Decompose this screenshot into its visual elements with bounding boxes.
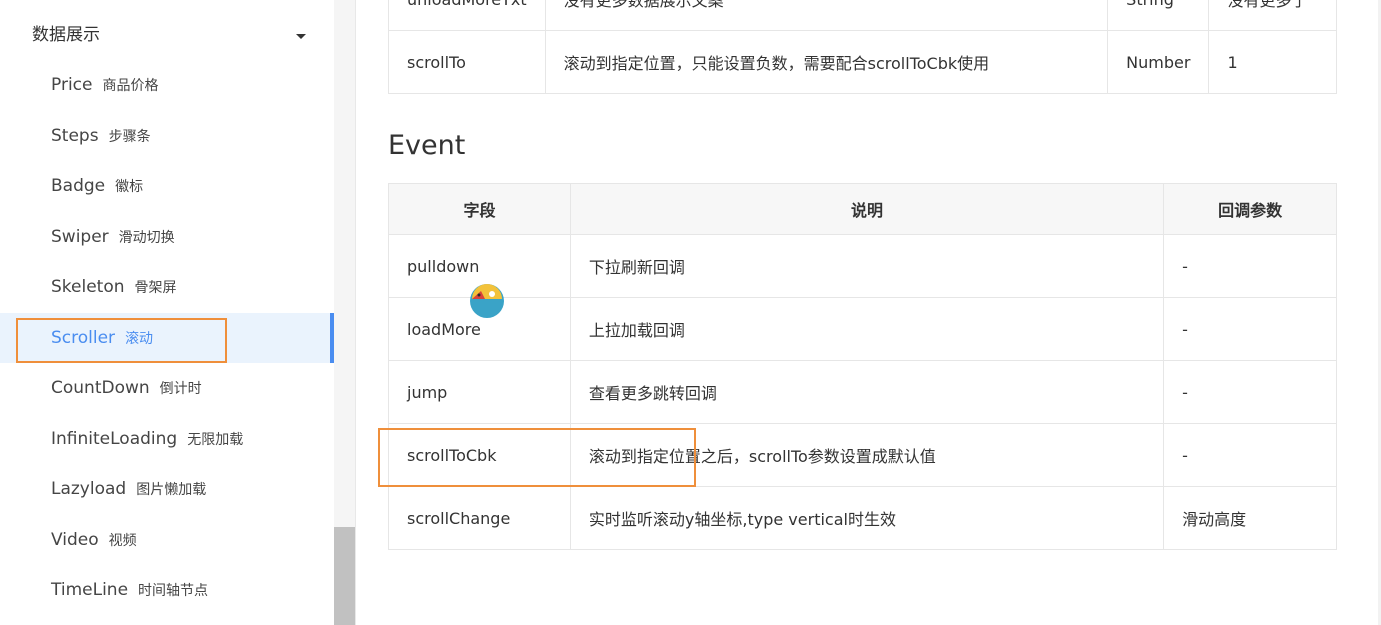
event-table: 字段 说明 回调参数 pulldown 下拉刷新回调 - loadMore 上拉… — [388, 183, 1337, 550]
sidebar-item-infiniteloading[interactable]: InfiniteLoading 无限加载 — [0, 414, 334, 464]
nav-item-label: Price — [51, 75, 93, 95]
nav-item-label: TimeLine — [51, 580, 129, 600]
nav-item-sublabel: 步骤条 — [108, 129, 151, 145]
caret-down-icon — [296, 34, 306, 39]
prop-field: scrollTo — [388, 30, 546, 94]
event-desc: 查看更多跳转回调 — [569, 360, 1165, 424]
prop-default: 没有更多了 — [1208, 0, 1337, 31]
nav-item-sublabel: 无限加载 — [187, 432, 244, 448]
event-param: - — [1163, 234, 1337, 298]
event-param: 滑动高度 — [1163, 486, 1337, 550]
column-header-desc: 说明 — [569, 183, 1165, 235]
sidebar-item-timeline[interactable]: TimeLine 时间轴节点 — [0, 565, 334, 615]
highlight-box-scroller — [16, 318, 227, 363]
sidebar-item-lazyload[interactable]: Lazyload 图片懒加载 — [0, 464, 334, 514]
sidebar-item-swiper[interactable]: Swiper 滑动切换 — [0, 212, 334, 262]
event-field: scrollChange — [388, 486, 571, 550]
prop-field: unloadMoreTxt — [388, 0, 546, 31]
highlight-box-scrolltocbk — [378, 428, 696, 487]
nav-item-label: Video — [51, 530, 99, 550]
nav-item-label: Lazyload — [51, 479, 127, 499]
prop-type: Number — [1107, 30, 1210, 94]
sidebar-item-countdown[interactable]: CountDown 倒计时 — [0, 363, 334, 413]
content-divider — [355, 0, 356, 625]
prop-default: 1 — [1208, 30, 1337, 94]
prop-desc: 滚动到指定位置，只能设置负数，需要配合scrollToCbk使用 — [544, 30, 1109, 94]
nav-item-sublabel: 骨架屏 — [134, 280, 177, 296]
props-table: unloadMoreTxt 没有更多数据展示文案 String 没有更多了 sc… — [388, 0, 1337, 94]
column-header-param: 回调参数 — [1163, 183, 1337, 235]
floating-logo-icon[interactable] — [469, 283, 505, 319]
nav-item-sublabel: 商品价格 — [102, 78, 159, 94]
event-desc: 实时监听滚动y轴坐标,type vertical时生效 — [569, 486, 1165, 550]
nav-item-sublabel: 视频 — [108, 533, 137, 549]
nav-item-label: Swiper — [51, 227, 109, 247]
table-header-row: 字段 说明 回调参数 — [388, 183, 1337, 235]
table-row: unloadMoreTxt 没有更多数据展示文案 String 没有更多了 — [388, 0, 1337, 31]
event-param: - — [1163, 423, 1337, 487]
nav-item-sublabel: 图片懒加载 — [136, 482, 207, 498]
nav-item-label: Badge — [51, 176, 106, 196]
table-row: jump 查看更多跳转回调 - — [388, 360, 1337, 424]
sidebar-nav: 数据展示 Price 商品价格 Steps 步骤条 Badge 徽标 Swiper 滑动… — [0, 0, 334, 625]
prop-desc: 没有更多数据展示文案 — [544, 0, 1109, 31]
nav-group-data-display[interactable]: 数据展示 — [32, 22, 312, 48]
column-header-field: 字段 — [388, 183, 571, 235]
nav-group-title: 数据展示 — [32, 25, 100, 45]
sidebar-item-badge[interactable]: Badge 徽标 — [0, 161, 334, 211]
table-row: scrollChange 实时监听滚动y轴坐标,type vertical时生效… — [388, 486, 1337, 550]
event-field: jump — [388, 360, 571, 424]
event-desc: 下拉刷新回调 — [569, 234, 1165, 298]
sidebar-scrollbar[interactable] — [334, 0, 356, 625]
table-row: scrollTo 滚动到指定位置，只能设置负数，需要配合scrollToCbk使… — [388, 30, 1337, 94]
nav-item-label: CountDown — [51, 378, 150, 398]
nav-item-sublabel: 滑动切换 — [118, 230, 175, 246]
nav-item-label: Steps — [51, 126, 99, 146]
table-row: loadMore 上拉加载回调 - — [388, 297, 1337, 361]
nav-item-sublabel: 时间轴节点 — [138, 583, 209, 599]
nav-item-label: InfiniteLoading — [51, 429, 178, 449]
event-param: - — [1163, 297, 1337, 361]
nav-item-label: Skeleton — [51, 277, 125, 297]
event-desc: 上拉加载回调 — [569, 297, 1165, 361]
sidebar-item-steps[interactable]: Steps 步骤条 — [0, 111, 334, 161]
prop-type: String — [1107, 0, 1210, 31]
table-row: pulldown 下拉刷新回调 - — [388, 234, 1337, 298]
event-section-title: Event — [388, 130, 466, 161]
sidebar-item-video[interactable]: Video 视频 — [0, 515, 334, 565]
event-param: - — [1163, 360, 1337, 424]
sidebar-scrollbar-thumb[interactable] — [334, 527, 356, 625]
sidebar-item-skeleton[interactable]: Skeleton 骨架屏 — [0, 262, 334, 312]
nav-item-sublabel: 倒计时 — [159, 381, 202, 397]
nav-item-sublabel: 徽标 — [115, 179, 144, 195]
sidebar-item-price[interactable]: Price 商品价格 — [0, 60, 334, 110]
